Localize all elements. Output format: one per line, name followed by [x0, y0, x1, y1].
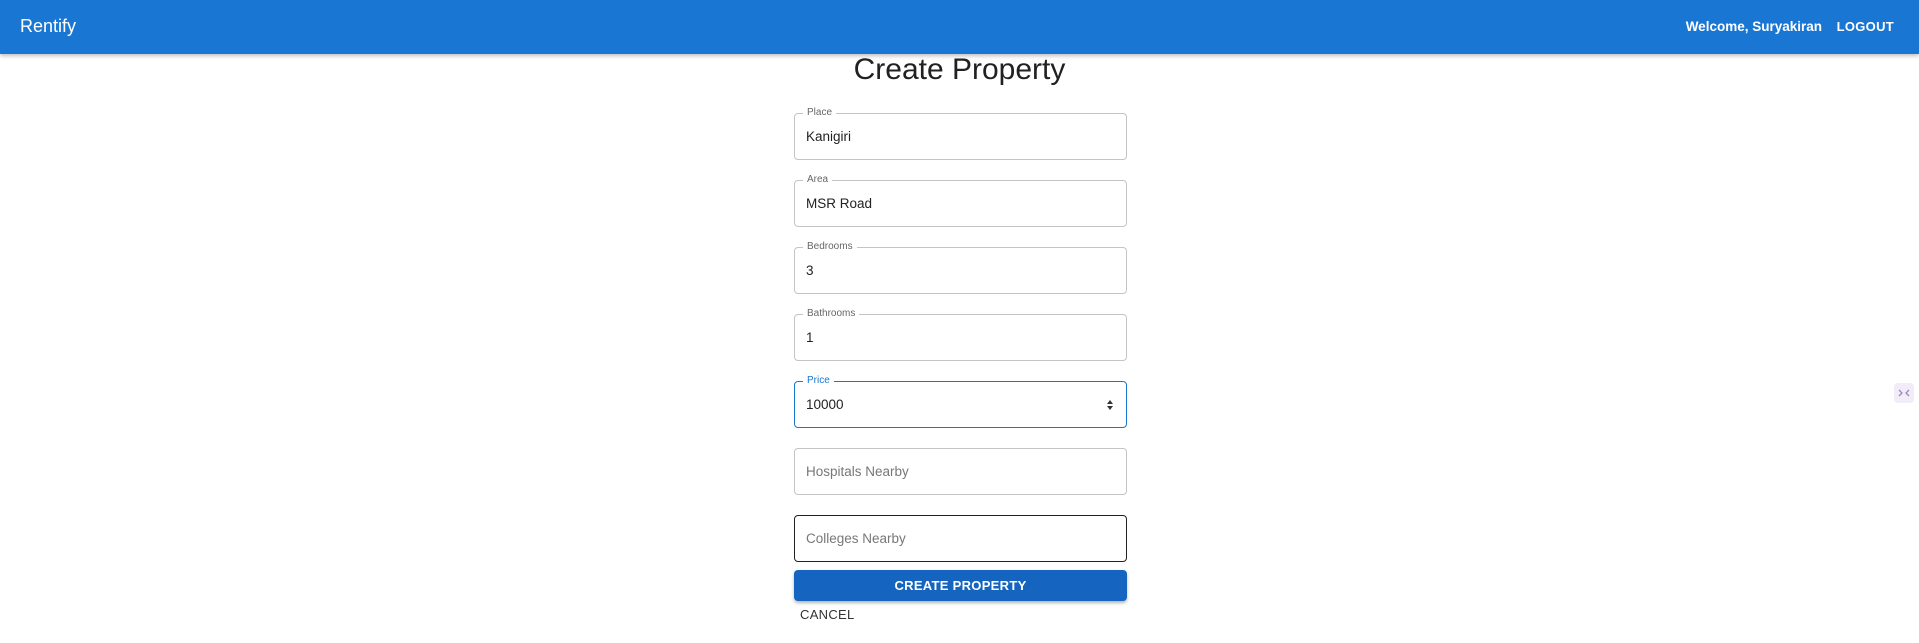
bathrooms-field[interactable]: Bathrooms 1 [794, 308, 1127, 361]
hospitals-nearby-placeholder: Hospitals Nearby [806, 464, 909, 479]
area-label: Area [803, 174, 833, 186]
page-title: Create Property [853, 53, 1066, 86]
extension-glyph-icon [1898, 389, 1910, 397]
colleges-nearby-placeholder: Colleges Nearby [806, 531, 906, 546]
place-value[interactable]: Kanigiri [806, 128, 851, 146]
brand-title[interactable]: Rentify [20, 15, 76, 37]
price-field[interactable]: Price 10000 [794, 375, 1127, 428]
bathrooms-value[interactable]: 1 [806, 329, 814, 347]
place-field[interactable]: Place Kanigiri [794, 107, 1127, 160]
bedrooms-label: Bedrooms [803, 241, 857, 253]
bathrooms-label: Bathrooms [803, 308, 860, 320]
extension-widget-icon[interactable] [1894, 383, 1914, 403]
area-field[interactable]: Area MSR Road [794, 174, 1127, 227]
create-property-button[interactable]: CREATE PROPERTY [794, 570, 1127, 601]
colleges-nearby-field[interactable]: Colleges Nearby [794, 515, 1127, 562]
cancel-button[interactable]: CANCEL [800, 607, 855, 623]
hospitals-nearby-field[interactable]: Hospitals Nearby [794, 448, 1127, 495]
price-label: Price [803, 375, 834, 387]
bedrooms-value[interactable]: 3 [806, 262, 814, 280]
place-label: Place [803, 107, 837, 119]
price-value[interactable]: 10000 [806, 396, 844, 414]
logout-button[interactable]: LOGOUT [1837, 19, 1894, 35]
app-bar: Rentify Welcome, Suryakiran LOGOUT [0, 0, 1919, 54]
up-down-spinner-icon[interactable] [1106, 398, 1114, 412]
area-value[interactable]: MSR Road [806, 195, 872, 213]
welcome-text: Welcome, Suryakiran [1685, 19, 1822, 34]
bedrooms-field[interactable]: Bedrooms 3 [794, 241, 1127, 294]
